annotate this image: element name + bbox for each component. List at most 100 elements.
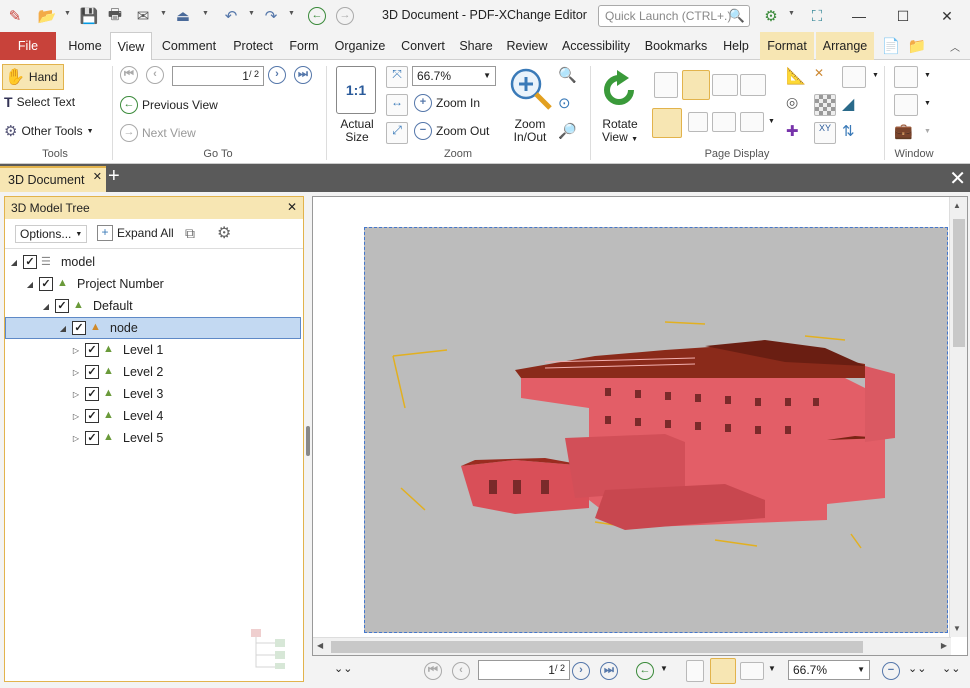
- scan-icon[interactable]: ⏏: [172, 5, 194, 27]
- crosshair-icon[interactable]: ✕: [814, 66, 836, 88]
- hand-tool-button[interactable]: ✋ Hand: [2, 64, 64, 90]
- cover-page-icon[interactable]: [688, 112, 708, 132]
- single-page-icon[interactable]: [654, 72, 678, 98]
- columns-icon[interactable]: [712, 112, 736, 132]
- snap-icon[interactable]: ◎: [786, 94, 808, 116]
- 3d-annotation-canvas[interactable]: [364, 227, 948, 633]
- status-two-pages-icon[interactable]: [740, 662, 764, 680]
- tree-item-level-4[interactable]: ▷ ✓ ▲ Level 4: [5, 405, 301, 427]
- transparency-grid-icon[interactable]: [814, 94, 836, 116]
- chevron-down-icon[interactable]: ▼: [924, 72, 931, 79]
- vertical-scrollbar[interactable]: ▲ ▼: [949, 197, 967, 637]
- zoom-in-button[interactable]: + Zoom In: [414, 94, 480, 112]
- collapse-icon[interactable]: ◢: [25, 280, 35, 289]
- status-single-page-icon[interactable]: [686, 660, 704, 682]
- forward-icon[interactable]: →: [334, 5, 356, 27]
- fullscreen-icon[interactable]: ⛶: [806, 5, 828, 27]
- ruler-icon[interactable]: 📐: [786, 66, 808, 88]
- new-window-icon[interactable]: [894, 66, 918, 88]
- chevron-down-icon[interactable]: ▼: [248, 10, 255, 17]
- fit-page-icon[interactable]: ⤧: [386, 66, 408, 88]
- collapse-icon[interactable]: ◢: [58, 324, 68, 333]
- vertical-scroll-thumb[interactable]: [953, 219, 965, 347]
- folder-icon[interactable]: 📁: [906, 35, 928, 57]
- expand-all-button[interactable]: + Expand All: [97, 225, 174, 241]
- split-view-icon[interactable]: [652, 108, 682, 138]
- tab-home[interactable]: Home: [62, 32, 108, 60]
- chevron-down-icon[interactable]: ▼: [872, 72, 879, 79]
- tab-format[interactable]: Format: [760, 32, 814, 60]
- checkbox-node[interactable]: ✓: [72, 321, 86, 335]
- undo-icon[interactable]: ↶: [220, 5, 242, 27]
- last-page-button[interactable]: ⏭: [294, 66, 312, 84]
- open-folder-icon[interactable]: 📂: [36, 5, 58, 27]
- document-viewer[interactable]: ▲ ▼ ◀ ▶: [312, 196, 968, 656]
- tab-form[interactable]: Form: [284, 32, 324, 60]
- close-window-button[interactable]: ✕: [932, 4, 962, 28]
- close-icon[interactable]: ✕: [287, 200, 297, 214]
- collapse-icon[interactable]: ◢: [9, 258, 19, 267]
- status-prev-page-button[interactable]: ‹: [452, 662, 470, 680]
- loupe-icon[interactable]: 🔎: [558, 122, 580, 144]
- tree-item-node[interactable]: ◢ ✓ ▲ node: [5, 317, 301, 339]
- expand-icon[interactable]: ▷: [71, 434, 81, 443]
- 3d-building-model[interactable]: [365, 228, 947, 632]
- expand-icon[interactable]: ▷: [71, 368, 81, 377]
- scroll-right-icon[interactable]: ▶: [941, 641, 947, 650]
- marquee-zoom-icon[interactable]: ⊙: [558, 94, 580, 116]
- tree-settings-button[interactable]: ⚙: [217, 223, 231, 243]
- tab-file[interactable]: File: [0, 32, 56, 60]
- actual-size-icon[interactable]: 1:1: [336, 66, 376, 114]
- zoom-in-out-icon[interactable]: [508, 66, 554, 112]
- tree-item-level-1[interactable]: ▷ ✓ ▲ Level 1: [5, 339, 301, 361]
- scroll-down-icon[interactable]: ▼: [953, 624, 961, 633]
- options-dropdown[interactable]: Options... ▼: [15, 225, 88, 243]
- select-text-button[interactable]: T Select Text: [4, 94, 75, 110]
- maximize-button[interactable]: ☐: [888, 4, 918, 28]
- expand-icon[interactable]: ▷: [71, 346, 81, 355]
- split-window-icon[interactable]: [894, 94, 918, 116]
- tab-convert[interactable]: Convert: [396, 32, 450, 60]
- tab-3d-document[interactable]: 3D Document ✕: [0, 166, 106, 192]
- status-more-button[interactable]: ⌄⌄: [942, 662, 960, 675]
- expand-icon[interactable]: ▷: [71, 390, 81, 399]
- two-pages-continuous-icon[interactable]: [740, 74, 766, 96]
- quick-launch-input[interactable]: Quick Launch (CTRL+.) 🔍: [598, 5, 750, 27]
- tree-item-level-5[interactable]: ▷ ✓ ▲ Level 5: [5, 427, 301, 449]
- chevron-down-icon[interactable]: ▼: [924, 128, 931, 135]
- tab-accessibility[interactable]: Accessibility: [556, 32, 636, 60]
- document-properties-icon[interactable]: 📄: [880, 35, 902, 57]
- checkbox-level-2[interactable]: ✓: [85, 365, 99, 379]
- status-first-page-button[interactable]: ⏮: [424, 662, 442, 680]
- rows-icon[interactable]: [740, 112, 764, 132]
- status-options-button[interactable]: ⌄⌄: [334, 662, 352, 675]
- email-icon[interactable]: ✉: [132, 5, 154, 27]
- status-zoom-out-button[interactable]: −: [882, 662, 900, 680]
- two-pages-icon[interactable]: [712, 74, 738, 96]
- previous-view-button[interactable]: ← Previous View: [120, 96, 218, 114]
- fit-width-icon[interactable]: ↔: [386, 94, 408, 116]
- tree-item-default[interactable]: ◢ ✓ ▲ Default: [5, 295, 301, 317]
- collapse-ribbon-icon[interactable]: ︿: [944, 35, 966, 57]
- back-icon[interactable]: ←: [306, 5, 328, 27]
- status-page-field[interactable]: 1/ 2: [478, 660, 570, 680]
- status-next-page-button[interactable]: ›: [572, 662, 590, 680]
- checkbox-model[interactable]: ✓: [23, 255, 37, 269]
- workspace-icon[interactable]: 💼: [894, 122, 918, 144]
- checkbox-level-1[interactable]: ✓: [85, 343, 99, 357]
- tab-comment[interactable]: Comment: [156, 32, 222, 60]
- expand-icon[interactable]: ▷: [71, 412, 81, 421]
- fit-visible-icon[interactable]: ⤢: [386, 122, 408, 144]
- checkbox-level-5[interactable]: ✓: [85, 431, 99, 445]
- prev-page-button[interactable]: ‹: [146, 66, 164, 84]
- close-document-button[interactable]: ✕: [949, 166, 966, 191]
- page-number-field[interactable]: 1/ 2: [172, 66, 264, 86]
- status-back-button[interactable]: ←: [636, 662, 654, 680]
- other-tools-button[interactable]: ⚙ Other Tools ▼: [4, 122, 94, 140]
- status-zoom-dropdown[interactable]: ⌄⌄: [908, 662, 926, 675]
- tree-item-model[interactable]: ◢ ✓ ☰ model: [5, 251, 301, 273]
- tree-item-level-3[interactable]: ▷ ✓ ▲ Level 3: [5, 383, 301, 405]
- status-zoom-select[interactable]: 66.7% ▼: [788, 660, 870, 680]
- horizontal-scrollbar[interactable]: ◀ ▶: [313, 637, 951, 655]
- close-icon[interactable]: ✕: [93, 170, 102, 183]
